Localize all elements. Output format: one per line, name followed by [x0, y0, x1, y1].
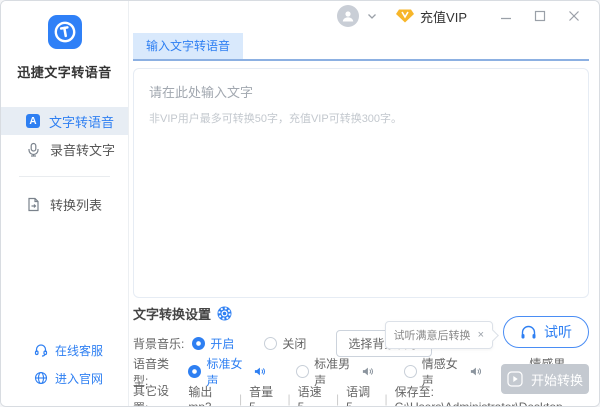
- recharge-vip-button[interactable]: 充值VIP: [395, 7, 467, 26]
- user-avatar[interactable]: [337, 5, 359, 27]
- radio-dot: [188, 365, 201, 378]
- conversion-list-icon: [26, 197, 41, 212]
- app-title: 迅捷文字转语音: [1, 62, 128, 81]
- bgm-label: 背景音乐:: [133, 335, 184, 352]
- separator: |: [239, 392, 242, 406]
- sidebar-item-label: 录音转文字: [50, 140, 115, 159]
- close-button[interactable]: [565, 7, 583, 25]
- gear-icon[interactable]: [217, 306, 232, 321]
- sidebar-item-text-to-speech[interactable]: A 文字转语音: [1, 107, 128, 135]
- editor-vip-note: 非VIP用户最多可转换50字，充值VIP可转换300字。: [149, 110, 573, 126]
- tab-bar: 输入文字转语音: [133, 33, 589, 61]
- editor-placeholder: 请在此处输入文字: [149, 82, 573, 101]
- sidebar-links: 在线客服 进入官网: [1, 336, 128, 406]
- maximize-button[interactable]: [531, 7, 549, 25]
- bgm-off-radio[interactable]: 关闭: [264, 335, 306, 352]
- tooltip-close-icon[interactable]: ×: [478, 329, 484, 341]
- sidebar-item-speech-to-text[interactable]: 录音转文字: [1, 135, 128, 163]
- speaker-icon[interactable]: [362, 366, 374, 377]
- tone-value[interactable]: 语调 5: [346, 383, 377, 407]
- app-logo-icon: [47, 14, 83, 50]
- app-window: 迅捷文字转语音 A 文字转语音 录音转文字: [0, 0, 600, 407]
- text-input-area[interactable]: 请在此处输入文字 非VIP用户最多可转换50字，充值VIP可转换300字。: [133, 68, 589, 298]
- headphones-icon: [520, 325, 537, 340]
- sidebar-item-conversion-list[interactable]: 转换列表: [1, 190, 128, 218]
- recharge-vip-label: 充值VIP: [420, 7, 467, 26]
- chevron-down-icon[interactable]: [367, 13, 377, 20]
- main-content: 输入文字转语音 请在此处输入文字 非VIP用户最多可转换50字，充值VIP可转换…: [129, 31, 599, 406]
- separator: |: [385, 392, 388, 406]
- listen-tooltip: 试听满意后转换 ×: [385, 321, 493, 349]
- sidebar-nav: A 文字转语音 录音转文字: [1, 107, 128, 218]
- conversion-settings: 文字转换设置 背景音乐: 开启 关闭: [133, 298, 589, 406]
- radio-dot: [192, 337, 205, 350]
- output-format-value[interactable]: 输出mp3: [188, 383, 232, 407]
- listen-button[interactable]: 试听: [503, 316, 589, 348]
- headset-support-icon: [34, 343, 48, 357]
- sidebar-item-label: 转换列表: [50, 195, 102, 214]
- sidebar-spacer: [1, 218, 128, 336]
- sidebar: 迅捷文字转语音 A 文字转语音 录音转文字: [1, 1, 129, 406]
- official-site-label: 进入官网: [55, 370, 103, 387]
- speaker-icon[interactable]: [254, 366, 266, 377]
- main-area: 充值VIP 输入文字转语音 请在此处输入文字 非VIP用户最多可转换50字，充值…: [129, 1, 599, 406]
- separator: |: [336, 392, 339, 406]
- online-support-label: 在线客服: [55, 342, 103, 359]
- minimize-button[interactable]: [497, 7, 515, 25]
- globe-icon: [34, 371, 48, 385]
- start-convert-button[interactable]: 开始转换: [501, 364, 589, 394]
- speed-value[interactable]: 语速 5: [298, 383, 329, 407]
- bgm-on-radio[interactable]: 开启: [192, 335, 234, 352]
- bgm-off-label: 关闭: [282, 335, 306, 352]
- titlebar: 充值VIP: [129, 1, 599, 31]
- start-convert-label: 开始转换: [531, 370, 583, 389]
- radio-dot: [404, 365, 417, 378]
- tab-input-text-to-speech[interactable]: 输入文字转语音: [133, 33, 243, 59]
- official-site-link[interactable]: 进入官网: [34, 364, 128, 392]
- text-to-speech-icon: A: [26, 114, 40, 128]
- radio-dot: [296, 365, 309, 378]
- settings-title: 文字转换设置: [133, 304, 211, 323]
- other-settings-label: 其它设置:: [133, 382, 180, 407]
- speaker-icon[interactable]: [470, 366, 482, 377]
- volume-value[interactable]: 音量 5: [249, 383, 280, 407]
- tooltip-text: 试听满意后转换: [394, 327, 471, 343]
- bgm-on-label: 开启: [210, 335, 234, 352]
- radio-dot: [264, 337, 277, 350]
- online-support-link[interactable]: 在线客服: [34, 336, 128, 364]
- play-icon: [507, 371, 523, 387]
- sidebar-divider: [19, 176, 110, 177]
- logo-area: 迅捷文字转语音: [1, 1, 128, 81]
- sidebar-item-label: 文字转语音: [49, 112, 114, 131]
- separator: |: [288, 392, 291, 406]
- microphone-icon: [26, 142, 41, 157]
- vip-gem-icon: [395, 8, 415, 24]
- listen-button-label: 试听: [544, 322, 572, 342]
